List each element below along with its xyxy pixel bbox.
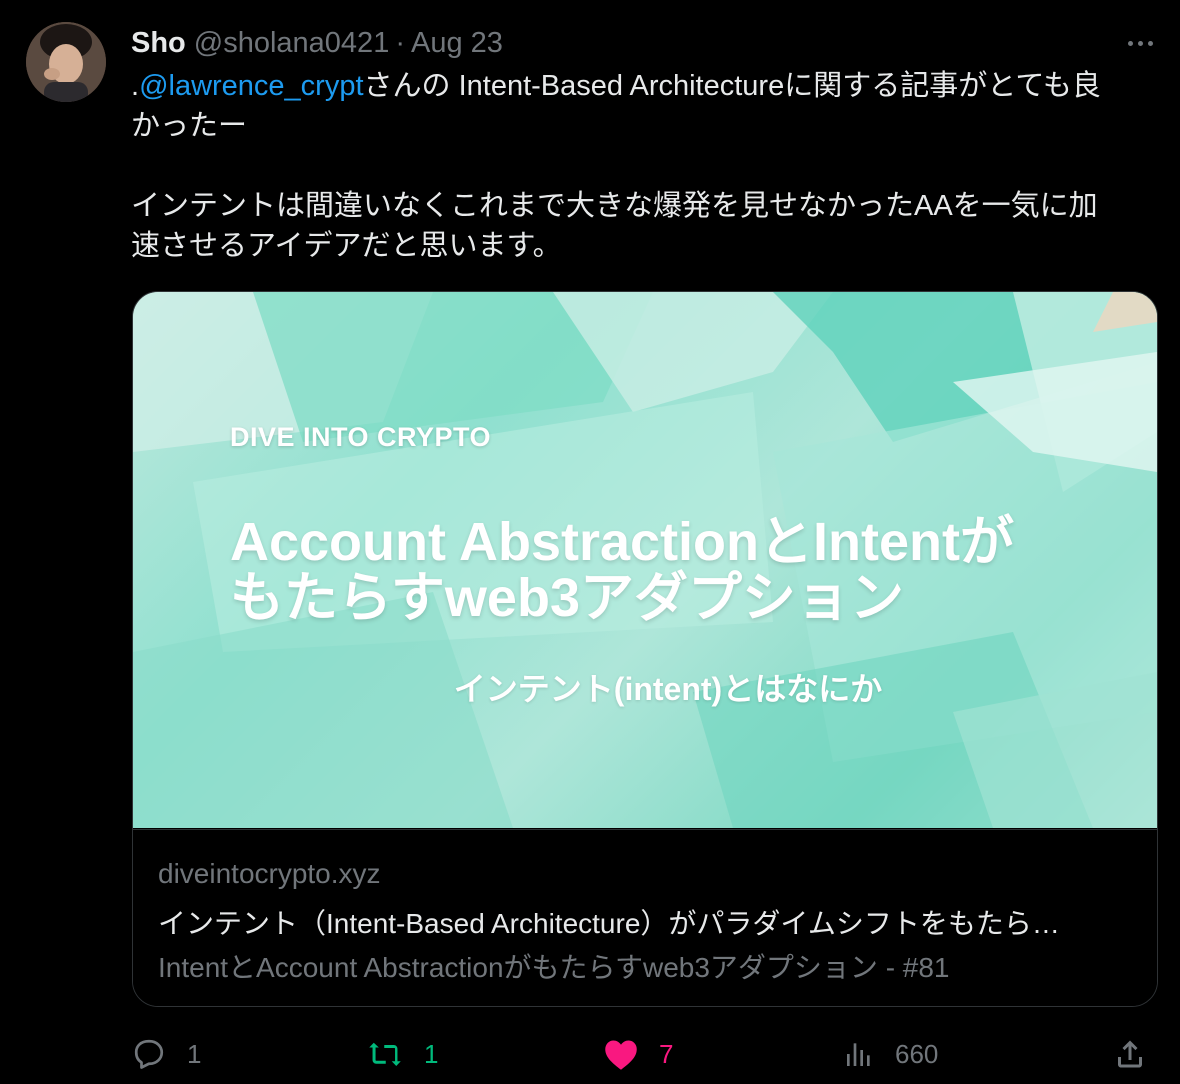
more-dot: [1127, 40, 1133, 46]
more-dot: [1137, 40, 1143, 46]
retweet-icon: [369, 1042, 401, 1066]
tweet-line: 速させるアイデアだと思います。: [131, 230, 562, 262]
headline-line: もたらすweb3アダプション: [230, 568, 904, 628]
tweet-line: かったー: [131, 110, 248, 142]
author-handle[interactable]: @sholana0421: [194, 27, 390, 60]
reply-count: 1: [187, 1038, 202, 1069]
subtitle-text: インテント(intent)とはなにか: [453, 671, 883, 707]
card-meta[interactable]: diveintocrypto.xyz インテント（Intent-Based Ar…: [133, 829, 1157, 1006]
card-description: IntentとAccount Abstractionがもたらすweb3アダプショ…: [158, 952, 950, 983]
like-count: 7: [659, 1038, 674, 1069]
card-headline: Account AbstractionとIntentが もたらすweb3アダプシ…: [230, 514, 1110, 626]
views-count: 660: [895, 1038, 939, 1069]
headline-line: Account AbstractionとIntentが: [230, 512, 1015, 572]
author-name[interactable]: Sho: [131, 27, 186, 60]
text-prefix: .: [131, 70, 140, 102]
retweet-count: 1: [424, 1038, 439, 1069]
tweet-text: .@lawrence_cryptさんの Intent-Based Archite…: [131, 66, 1161, 266]
like-button[interactable]: 7: [603, 1032, 673, 1076]
more-dot: [1147, 40, 1153, 46]
card-image[interactable]: DIVE INTO CRYPTO Account AbstractionとInt…: [133, 292, 1157, 828]
retweet-button[interactable]: 1: [366, 1032, 438, 1076]
views-button[interactable]: 660: [843, 1032, 938, 1076]
text-segment: さんの Intent-Based Architectureに関する記事がとても良: [363, 70, 1101, 102]
tweet-date[interactable]: Aug 23: [411, 27, 503, 60]
card-domain: diveintocrypto.xyz: [158, 858, 381, 889]
tweet-line: インテントは間違いなくこれまで大きな爆発を見せなかったAAを一気に加: [131, 190, 1098, 222]
card-title: インテント（Intent-Based Architecture）がパラダイムシフ…: [158, 908, 1060, 939]
reply-button[interactable]: 1: [131, 1032, 201, 1076]
tweet-line: .@lawrence_cryptさんの Intent-Based Archite…: [131, 66, 1161, 106]
card-brand: DIVE INTO CRYPTO: [230, 422, 492, 452]
avatar-image: [26, 22, 106, 102]
avatar[interactable]: [26, 22, 106, 102]
tweet-header: Sho @sholana0421 · Aug 23: [131, 22, 503, 64]
card-subtitle: インテント(intent)とはなにか: [133, 664, 1157, 710]
share-icon: [1118, 1040, 1142, 1068]
mention-link[interactable]: @lawrence_crypt: [139, 70, 363, 102]
separator-dot: ·: [395, 26, 405, 59]
views-icon: [847, 1043, 870, 1066]
heart-icon: [605, 1040, 637, 1070]
share-button[interactable]: [1112, 1032, 1148, 1076]
reply-icon: [134, 1039, 164, 1069]
link-card[interactable]: DIVE INTO CRYPTO Account AbstractionとInt…: [132, 291, 1158, 1007]
more-icon[interactable]: [1120, 30, 1160, 56]
